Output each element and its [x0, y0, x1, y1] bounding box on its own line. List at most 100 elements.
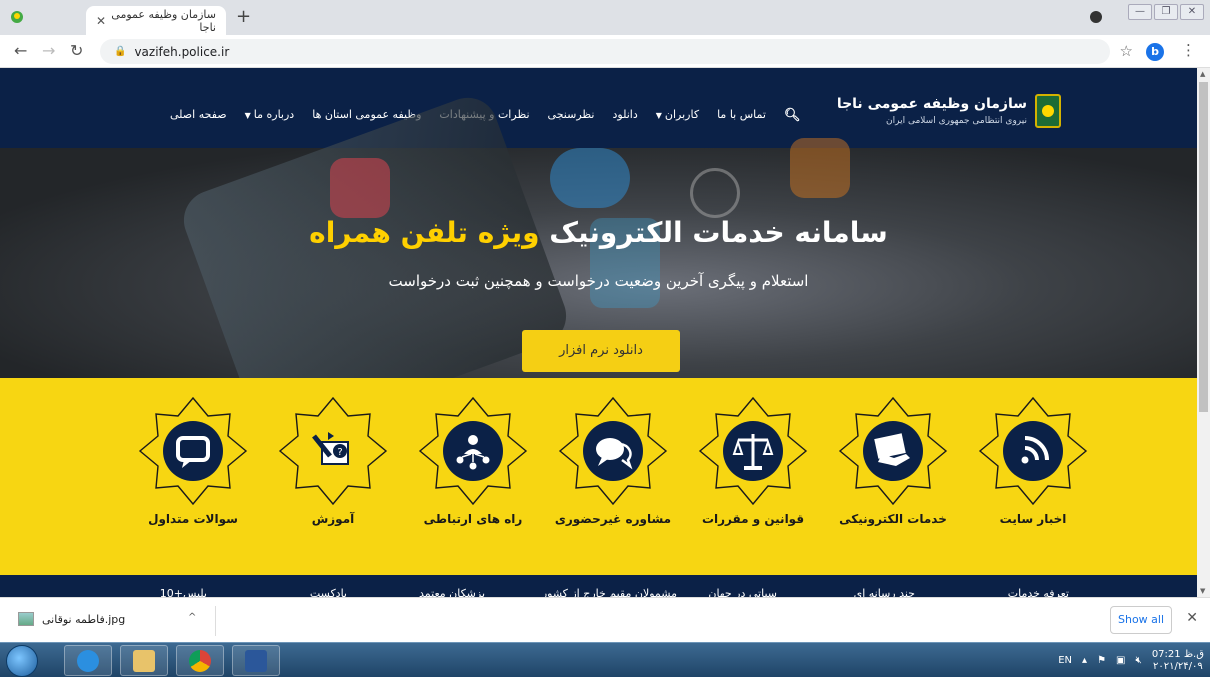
- volume-muted-icon[interactable]: 🔇︎: [1136, 655, 1142, 666]
- hero-subtitle: استعلام و پیگری آخرین وضعیت درخواست و هم…: [388, 272, 809, 290]
- profile-avatar[interactable]: b: [1146, 43, 1164, 61]
- menu-item-download[interactable]: دانلود: [613, 108, 638, 123]
- reload-icon[interactable]: ↻: [70, 41, 83, 60]
- service-label: مشاوره غیرحضوری: [554, 512, 672, 526]
- service-label: راه های ارتباطی: [423, 512, 523, 526]
- chat-bubbles-icon: [558, 396, 668, 506]
- service-news[interactable]: اخبار سایت: [973, 396, 1093, 536]
- service-label: خدمات الکترونیکی: [839, 512, 947, 526]
- scrollbar-thumb[interactable]: [1199, 82, 1208, 412]
- svg-text:?: ?: [337, 447, 342, 458]
- taskbar-word[interactable]: [232, 645, 280, 676]
- bookmark-star-icon[interactable]: ☆: [1120, 42, 1133, 60]
- page-viewport: سازمان وظیفه عمومی ناجا نیروی انتظامی جم…: [0, 68, 1197, 597]
- clock-time: 07:21 ق.ظ: [1151, 648, 1204, 660]
- service-consulting[interactable]: مشاوره غیرحضوری: [553, 396, 673, 536]
- download-file-name: فاطمه نوقانی.jpg: [42, 612, 126, 626]
- menu-item-contact[interactable]: تماس با ما: [717, 108, 766, 123]
- menu-kebab-icon[interactable]: ⋮: [1181, 41, 1196, 59]
- footer-link[interactable]: پلیس+10: [160, 587, 207, 597]
- menu-item-survey[interactable]: نظرسنجی: [548, 108, 595, 123]
- service-faq[interactable]: سوالات متداول: [133, 396, 253, 536]
- app-icon-decor: [790, 138, 850, 198]
- service-education[interactable]: ? آموزش: [273, 396, 393, 536]
- scroll-down-icon[interactable]: ▼: [1200, 587, 1205, 595]
- rss-icon: [978, 396, 1088, 506]
- incognito-icon: [11, 11, 23, 23]
- service-label: اخبار سایت: [999, 512, 1067, 526]
- url-text: vazifeh.police.ir: [134, 44, 230, 59]
- tablet-hand-icon: [838, 396, 948, 506]
- divider: [215, 606, 216, 636]
- tray-expand-icon[interactable]: ▴: [1082, 655, 1087, 666]
- internet-explorer-icon: [77, 649, 99, 672]
- download-app-button[interactable]: دانلود نرم افزار: [522, 330, 680, 372]
- service-label: سوالات متداول: [148, 512, 238, 526]
- record-icon: [1090, 11, 1102, 23]
- footer-link[interactable]: تعرفه خدمات: [1008, 587, 1069, 597]
- window-controls: — ❐ ✕: [1128, 4, 1204, 20]
- back-icon[interactable]: ←: [14, 41, 27, 60]
- language-indicator[interactable]: EN: [1058, 655, 1072, 666]
- chrome-icon: [189, 649, 211, 672]
- browser-toolbar: ← → ↻ 🔒 vazifeh.police.ir ☆ b ⋮: [0, 35, 1210, 68]
- search-icon[interactable]: 🔍︎: [784, 108, 801, 123]
- page-scrollbar[interactable]: ▲ ▼: [1197, 68, 1210, 597]
- minimize-icon[interactable]: —: [1128, 4, 1152, 20]
- menu-item-users[interactable]: کاربران▼: [656, 108, 699, 123]
- footer-link[interactable]: پادکست: [310, 587, 347, 597]
- hero-title-white: سامانه خدمات الکترونیک: [539, 216, 888, 249]
- close-window-icon[interactable]: ✕: [1180, 4, 1204, 20]
- app-icon-decor: [330, 158, 390, 218]
- taskbar-explorer[interactable]: [120, 645, 168, 676]
- close-shelf-icon[interactable]: ✕: [1186, 610, 1198, 626]
- service-eservices[interactable]: خدمات الکترونیکی: [833, 396, 953, 536]
- menu-item-about[interactable]: درباره ما▼: [245, 108, 295, 123]
- police-emblem-icon[interactable]: [1035, 94, 1061, 128]
- browser-window: سازمان وظیفه عمومی ناجا ✕ + — ❐ ✕ ← → ↻ …: [0, 0, 1210, 677]
- education-icon: ?: [278, 396, 388, 506]
- address-bar[interactable]: 🔒 vazifeh.police.ir: [100, 39, 1110, 64]
- chevron-down-icon: ▼: [244, 111, 251, 120]
- app-icon-decor: [690, 168, 740, 218]
- hero-banner: سامانه خدمات الکترونیک ویژه تلفن همراه ا…: [0, 89, 1197, 447]
- download-shelf: فاطمه نوقانی.jpg ^ Show all ✕: [0, 597, 1210, 642]
- footer-links-strip: تعرفه خدمات چند رسانه ای سیاتی در جهان م…: [0, 575, 1197, 597]
- taskbar-chrome[interactable]: [176, 645, 224, 676]
- footer-link[interactable]: مشمولان مقیم خارج از کشور: [542, 587, 677, 597]
- footer-link[interactable]: پزشکان معتمد: [419, 587, 485, 597]
- forward-icon[interactable]: →: [42, 41, 55, 60]
- maximize-icon[interactable]: ❐: [1154, 4, 1178, 20]
- system-tray: EN ▴ ⚑ ▣ 🔇︎ 07:21 ق.ظ ۲۰۲۱/۲۴/۰۹: [1058, 643, 1204, 677]
- show-all-button[interactable]: Show all: [1110, 606, 1172, 634]
- site-brand[interactable]: سازمان وظیفه عمومی ناجا نیروی انتظامی جم…: [837, 96, 1027, 126]
- taskbar-ie[interactable]: [64, 645, 112, 676]
- brand-subtitle: نیروی انتظامی جمهوری اسلامی ایران: [886, 116, 1027, 126]
- service-laws[interactable]: قوانین و مقررات: [693, 396, 813, 536]
- tab-title: سازمان وظیفه عمومی ناجا: [111, 7, 216, 34]
- clock[interactable]: 07:21 ق.ظ ۲۰۲۱/۲۴/۰۹: [1152, 649, 1204, 673]
- menu-item-home[interactable]: صفحه اصلی: [170, 108, 227, 123]
- tab-strip: سازمان وظیفه عمومی ناجا ✕ + — ❐ ✕: [0, 0, 1210, 35]
- service-contact-ways[interactable]: راه های ارتباطی: [413, 396, 533, 536]
- footer-link[interactable]: سیاتی در جهان: [708, 587, 777, 597]
- faq-chat-icon: [138, 396, 248, 506]
- site-header: سازمان وظیفه عمومی ناجا نیروی انتظامی جم…: [0, 68, 1197, 148]
- footer-link[interactable]: چند رسانه ای: [854, 587, 915, 597]
- services-section: اخبار سایت خدمات الکترونیکی قوانین و مقر…: [0, 378, 1197, 578]
- chevron-up-icon[interactable]: ^: [188, 612, 196, 623]
- network-icon[interactable]: ▣: [1116, 655, 1125, 666]
- service-label: قوانین و مقررات: [701, 512, 805, 526]
- scroll-up-icon[interactable]: ▲: [1200, 70, 1205, 78]
- brand-title: سازمان وظیفه عمومی ناجا: [836, 96, 1027, 112]
- close-tab-icon[interactable]: ✕: [96, 14, 106, 28]
- app-icon-decor: [550, 148, 630, 208]
- browser-tab[interactable]: سازمان وظیفه عمومی ناجا ✕: [86, 6, 226, 35]
- new-tab-icon[interactable]: +: [236, 6, 251, 27]
- start-button[interactable]: [6, 645, 38, 677]
- download-item[interactable]: فاطمه نوقانی.jpg: [18, 612, 125, 626]
- flag-icon[interactable]: ⚑: [1097, 655, 1106, 666]
- network-icon: [418, 396, 528, 506]
- hero-title: سامانه خدمات الکترونیک ویژه تلفن همراه: [0, 216, 1197, 249]
- clock-date: ۲۰۲۱/۲۴/۰۹: [1153, 660, 1203, 672]
